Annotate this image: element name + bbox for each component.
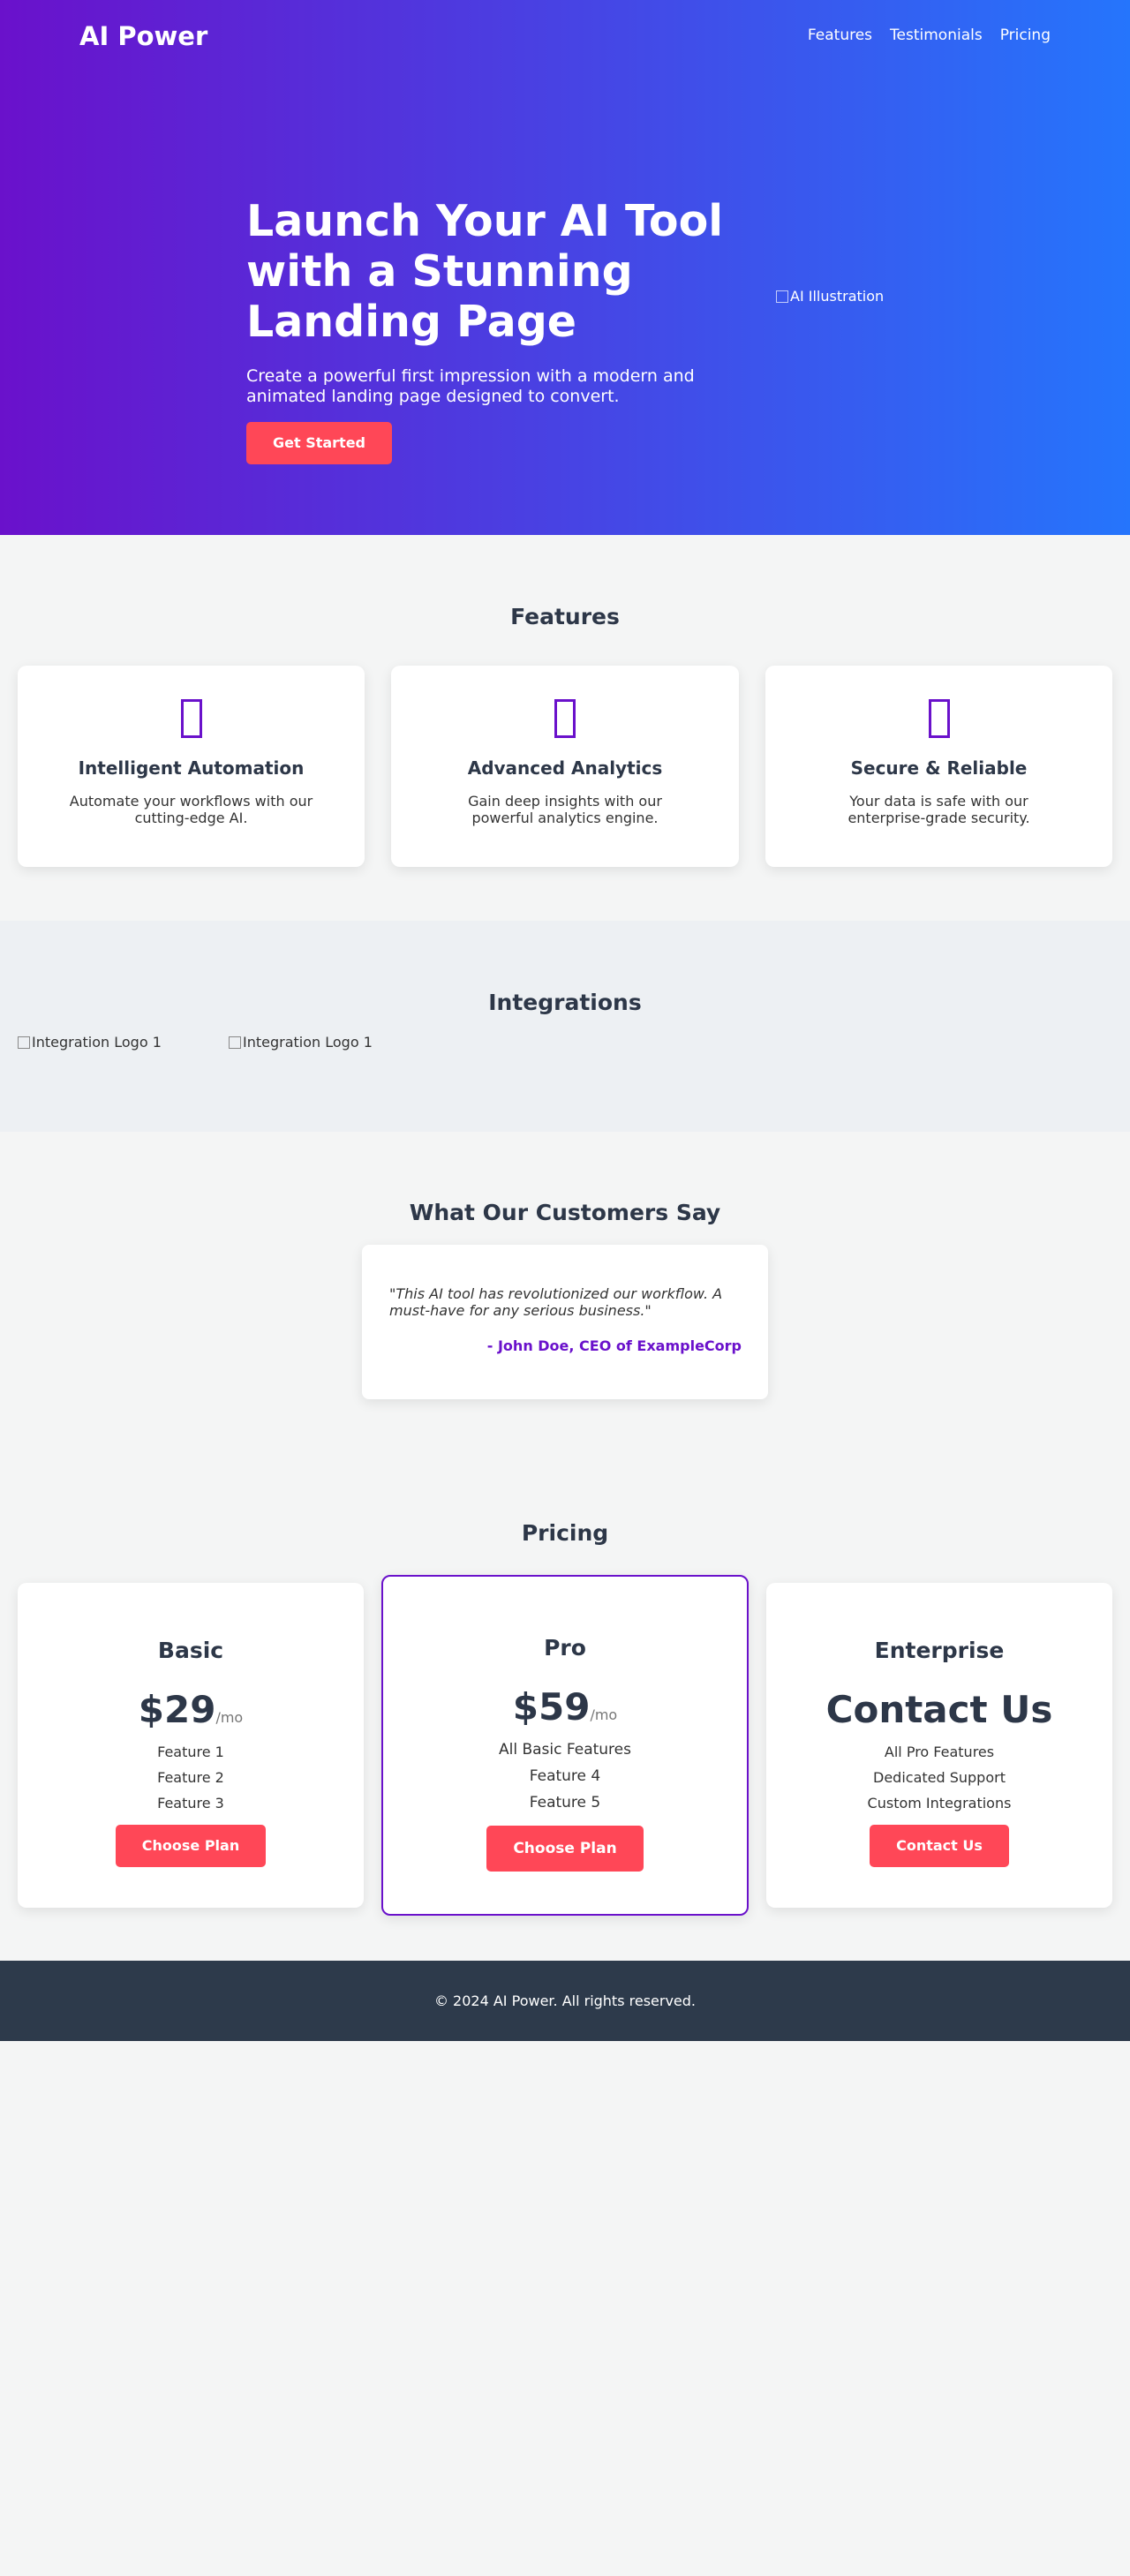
testimonial-author: - John Doe, CEO of ExampleCorp — [486, 1337, 742, 1354]
plan-price-period: /mo — [215, 1709, 244, 1726]
plan-price: Contact Us — [766, 1688, 1112, 1731]
hero-illustration-alt: AI Illustration — [790, 288, 885, 305]
plan-price-amount: $29 — [138, 1688, 216, 1731]
nav-link-testimonials[interactable]: Testimonials — [890, 26, 983, 44]
testimonials-title: What Our Customers Say — [409, 1200, 721, 1225]
choose-plan-button[interactable]: Choose Plan — [116, 1825, 266, 1867]
plan-feature: All Basic Features — [499, 1741, 631, 1759]
choose-plan-button[interactable]: Choose Plan — [486, 1826, 644, 1872]
plan-feature: All Pro Features — [884, 1744, 995, 1760]
integrations-section — [0, 921, 1130, 1132]
feature-title: Secure & Reliable — [850, 757, 1028, 779]
integration-logo: Integration Logo 1 — [229, 1034, 373, 1051]
integrations-title: Integrations — [488, 990, 642, 1015]
plan-name: Enterprise — [874, 1638, 1005, 1663]
plan-feature: Dedicated Support — [873, 1769, 1006, 1786]
contact-us-button[interactable]: Contact Us — [870, 1825, 1009, 1867]
plan-name: Basic — [157, 1638, 224, 1663]
plan-feature: Custom Integrations — [867, 1795, 1012, 1811]
copyright-text: © 2024 AI Power. All rights reserved. — [433, 1992, 697, 2009]
hero-illustration: AI Illustration — [776, 288, 884, 305]
testimonial-quote: "This AI tool has revolutionized our wor… — [389, 1285, 723, 1319]
feature-title: Intelligent Automation — [78, 757, 305, 779]
feature-title: Advanced Analytics — [467, 757, 663, 779]
plan-name: Pro — [544, 1635, 586, 1661]
broken-image-icon — [229, 1036, 241, 1049]
features-title: Features — [510, 604, 620, 629]
feature-description: Your data is safe with our enterprise-gr… — [848, 793, 1030, 826]
plan-feature: Feature 5 — [529, 1794, 601, 1811]
plan-price: $59/mo — [383, 1685, 747, 1729]
robot-icon — [18, 699, 365, 738]
feature-description: Gain deep insights with our powerful ana… — [468, 793, 662, 826]
hero-subtitle: Create a powerful first impression with … — [246, 366, 695, 406]
shield-icon — [765, 699, 1112, 738]
plan-price-amount: Contact Us — [825, 1688, 1053, 1731]
feature-description: Automate your workflows with our cutting… — [69, 793, 313, 826]
integration-logo: Integration Logo 1 — [18, 1034, 162, 1051]
testimonial-card: "This AI tool has revolutionized our wor… — [362, 1245, 768, 1399]
plan-price: $29/mo — [18, 1688, 364, 1731]
pricing-card-basic: Basic $29/mo Feature 1 Feature 2 Feature… — [18, 1583, 364, 1908]
pricing-title: Pricing — [521, 1520, 609, 1546]
nav-link-pricing[interactable]: Pricing — [1000, 26, 1051, 44]
broken-image-icon — [18, 1036, 30, 1049]
nav-links: Features Testimonials Pricing — [808, 26, 1051, 44]
hero-section: AI Power Features Testimonials Pricing L… — [0, 0, 1130, 535]
plan-feature: Feature 3 — [157, 1795, 224, 1811]
plan-feature: Feature 4 — [529, 1767, 601, 1785]
pricing-card-enterprise: Enterprise Contact Us All Pro Features D… — [766, 1583, 1112, 1908]
pricing-card-pro: Pro $59/mo All Basic Features Feature 4 … — [381, 1575, 749, 1916]
top-nav: AI Power Features Testimonials Pricing — [0, 0, 1130, 74]
nav-link-features[interactable]: Features — [808, 26, 872, 44]
broken-image-icon — [776, 290, 788, 303]
feature-card: Secure & Reliable Your data is safe with… — [765, 666, 1112, 867]
hero-title: Launch Your AI Tool with a Stunning Land… — [246, 196, 724, 347]
chart-icon — [391, 699, 739, 738]
plan-feature: Feature 1 — [157, 1744, 224, 1760]
hero-content: Launch Your AI Tool with a Stunning Land… — [246, 196, 741, 464]
plan-price-period: /mo — [590, 1706, 618, 1723]
feature-card: Advanced Analytics Gain deep insights wi… — [391, 666, 739, 867]
integration-logo-alt: Integration Logo 1 — [243, 1034, 373, 1051]
plan-price-amount: $59 — [512, 1685, 591, 1729]
integration-logo-alt: Integration Logo 1 — [32, 1034, 162, 1051]
get-started-button[interactable]: Get Started — [246, 422, 392, 464]
feature-card: Intelligent Automation Automate your wor… — [18, 666, 365, 867]
plan-feature: Feature 2 — [157, 1769, 224, 1786]
footer: © 2024 AI Power. All rights reserved. — [0, 1961, 1130, 2041]
brand-logo[interactable]: AI Power — [79, 21, 207, 51]
